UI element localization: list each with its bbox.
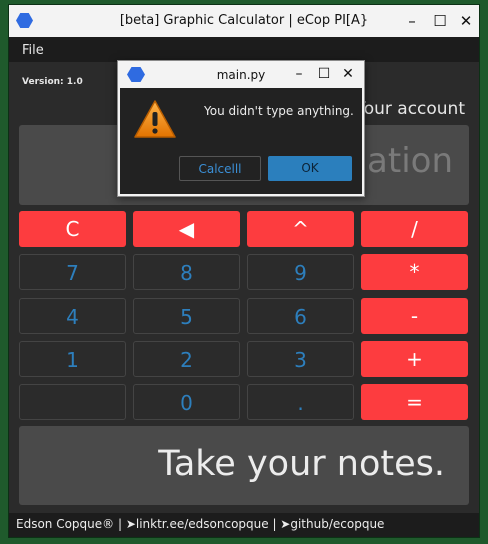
add-button[interactable]: + xyxy=(361,341,468,377)
cancel-button[interactable]: Calcelll xyxy=(179,156,261,181)
dialog-minimize-icon[interactable]: – xyxy=(289,64,309,84)
digit-4-button[interactable]: 4 xyxy=(19,298,126,334)
power-button[interactable]: ^ xyxy=(247,211,354,247)
version-label: Version: 1.0 xyxy=(22,77,83,87)
menu-file[interactable]: File xyxy=(22,43,44,58)
notes-field[interactable]: Take your notes. xyxy=(19,426,469,505)
digit-2-button[interactable]: 2 xyxy=(133,341,240,377)
menu-bar: File xyxy=(9,37,479,62)
dialog-close-icon[interactable]: ✕ xyxy=(338,64,358,84)
digit-6-button[interactable]: 6 xyxy=(247,298,354,334)
multiply-button[interactable]: * xyxy=(361,254,468,290)
title-bar[interactable]: [beta] Graphic Calculator | eCop PI[A} –… xyxy=(9,5,479,37)
maximize-icon[interactable]: ☐ xyxy=(429,11,451,31)
dialog-message: You didn't type anything. xyxy=(204,104,354,118)
notes-placeholder: Take your notes. xyxy=(158,444,445,484)
blank-button[interactable] xyxy=(19,384,126,420)
digit-3-button[interactable]: 3 xyxy=(247,341,354,377)
clear-button[interactable]: C xyxy=(19,211,126,247)
decimal-button[interactable]: . xyxy=(247,384,354,420)
subtract-button[interactable]: - xyxy=(361,298,468,334)
dialog-body: You didn't type anything. Calcelll OK xyxy=(120,88,362,194)
ok-button[interactable]: OK xyxy=(268,156,352,181)
digit-1-button[interactable]: 1 xyxy=(19,341,126,377)
minimize-icon[interactable]: – xyxy=(401,11,423,31)
warning-icon xyxy=(134,100,176,138)
digit-9-button[interactable]: 9 xyxy=(247,254,354,290)
dialog-maximize-icon[interactable]: ☐ xyxy=(314,64,334,84)
digit-8-button[interactable]: 8 xyxy=(133,254,240,290)
close-icon[interactable]: ✕ xyxy=(455,11,477,31)
digit-5-button[interactable]: 5 xyxy=(133,298,240,334)
divide-button[interactable]: / xyxy=(361,211,468,247)
backspace-button[interactable]: ◀ xyxy=(133,211,240,247)
digit-0-button[interactable]: 0 xyxy=(133,384,240,420)
footer-bar: Edson Copque® | ➤linktr.ee/edsoncopque |… xyxy=(9,513,479,537)
digit-7-button[interactable]: 7 xyxy=(19,254,126,290)
warning-dialog: main.py – ☐ ✕ You didn't type anything. … xyxy=(117,60,365,197)
equals-button[interactable]: = xyxy=(361,384,468,420)
your-account-link[interactable]: Your account xyxy=(356,99,465,119)
footer-credits: Edson Copque® | ➤linktr.ee/edsoncopque |… xyxy=(16,517,385,531)
